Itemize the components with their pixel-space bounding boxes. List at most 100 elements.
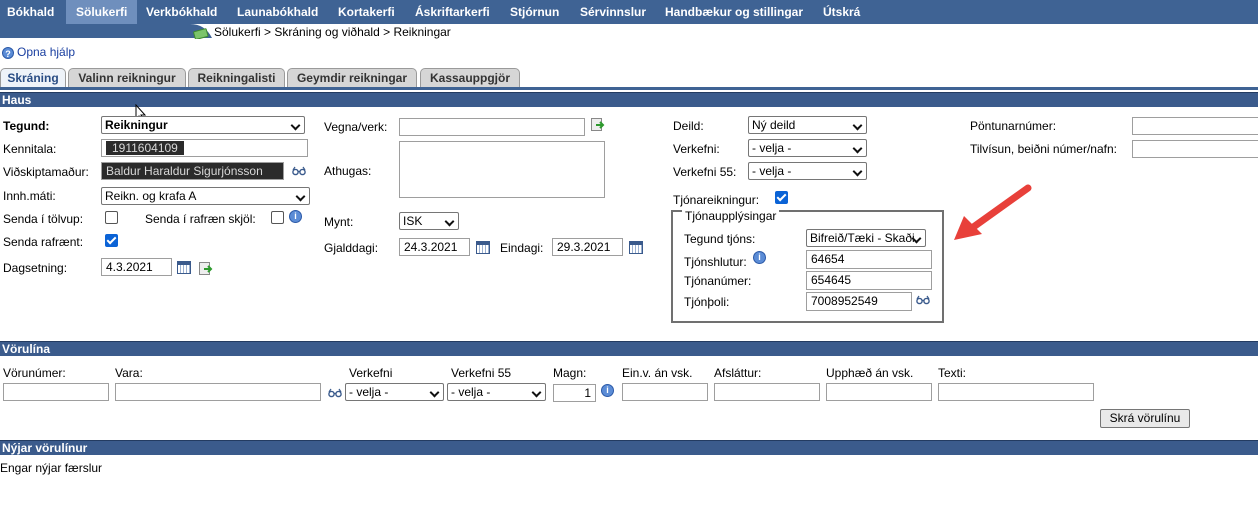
verkefni-label: Verkefni: xyxy=(673,142,720,156)
deild-select[interactable]: Ný deild xyxy=(748,116,867,134)
tab-kassauppgjor[interactable]: Kassauppgjör xyxy=(420,68,520,87)
tjonshlutur-field[interactable]: 64654 xyxy=(806,250,932,269)
texti-field[interactable] xyxy=(938,383,1094,401)
info-icon[interactable]: i xyxy=(289,210,302,223)
tjon-tegund-select[interactable]: Bifreið/Tæki - Skaði xyxy=(806,229,926,247)
breadcrumb-icon xyxy=(193,28,209,39)
upphaed-label: Upphæð án vsk. xyxy=(826,366,914,380)
tegund-select[interactable]: Reikningur xyxy=(101,116,305,134)
section-header-nyjar: Nýjar vörulínur xyxy=(0,440,1258,455)
annotation-arrow xyxy=(954,184,1032,240)
eindagi-label: Eindagi: xyxy=(500,241,544,255)
vorulina-verkefni-select[interactable]: - velja - xyxy=(345,383,444,401)
nav-item-stjornun[interactable]: Stjórnun xyxy=(510,0,559,24)
info-icon[interactable]: i xyxy=(753,251,766,264)
magn-field[interactable]: 1 xyxy=(553,384,596,402)
vorulina-verkefni55-select[interactable]: - velja - xyxy=(447,383,546,401)
kennitala-value: 1911604109 xyxy=(106,141,184,155)
mynt-select[interactable]: ISK xyxy=(399,212,459,230)
nav-item-askriftarkerfi[interactable]: Áskriftarkerfi xyxy=(415,0,490,24)
calendar-icon[interactable] xyxy=(177,261,191,274)
texti-label: Texti: xyxy=(938,366,967,380)
senda-rafraent-checkbox[interactable] xyxy=(105,234,118,247)
vorunumer-label: Vörunúmer: xyxy=(3,366,66,380)
magn-label: Magn: xyxy=(553,366,587,380)
senda-skjol-checkbox[interactable] xyxy=(271,211,284,224)
einv-label: Ein.v. án vsk. xyxy=(622,366,693,380)
nav-item-verkbokhald[interactable]: Verkbókhald xyxy=(146,0,217,24)
tjonareikningur-label: Tjónareikningur: xyxy=(673,193,760,207)
afslattur-label: Afsláttur: xyxy=(714,366,762,380)
nav-item-launabokhald[interactable]: Launabókhald xyxy=(237,0,318,24)
nav-item-bokhald[interactable]: Bókhald xyxy=(7,0,54,24)
vorulina-verkefni-label: Verkefni xyxy=(349,366,393,380)
help-link[interactable]: ? Opna hjálp xyxy=(2,45,75,59)
tjon-tegund-label: Tegund tjóns: xyxy=(684,232,756,246)
pontun-field[interactable] xyxy=(1132,117,1258,135)
lookup-glasses-icon[interactable] xyxy=(916,295,930,305)
gjalddagi-label: Gjalddagi: xyxy=(324,241,379,255)
verkefni55-select[interactable]: - velja - xyxy=(748,162,867,180)
verkefni-select[interactable]: - velja - xyxy=(748,139,867,157)
kennitala-field[interactable]: 1911604109 xyxy=(101,139,308,157)
tab-valinn-reikningur[interactable]: Valinn reikningur xyxy=(68,68,186,87)
section-header-vorulina: Vörulína xyxy=(0,341,1258,356)
senda-rafraent-label: Senda rafrænt: xyxy=(3,235,84,249)
tab-skraning[interactable]: Skráning xyxy=(0,68,66,87)
calendar-icon[interactable] xyxy=(476,241,490,254)
gjalddagi-field[interactable]: 24.3.2021 xyxy=(399,238,470,256)
tab-geymdir-reikningar[interactable]: Geymdir reikningar xyxy=(287,68,417,87)
tjonshlutur-label: Tjónshlutur: xyxy=(684,255,747,269)
nav-item-kortakerfi[interactable]: Kortakerfi xyxy=(338,0,395,24)
afslattur-field[interactable] xyxy=(714,383,820,401)
info-icon[interactable]: i xyxy=(601,384,614,397)
vidskiptamadur-field[interactable]: Baldur Haraldur Sigurjónsson xyxy=(101,162,284,180)
tegund-label: Tegund: xyxy=(3,119,50,133)
eindagi-field[interactable]: 29.3.2021 xyxy=(552,238,623,256)
innh-select[interactable]: Reikn. og krafa A xyxy=(101,187,310,205)
breadcrumb: Sölukerfi > Skráning og viðhald > Reikni… xyxy=(214,25,451,39)
vegna-field[interactable] xyxy=(399,118,585,136)
tjon-legend: Tjónaupplýsingar xyxy=(682,209,780,223)
vara-label: Vara: xyxy=(115,366,143,380)
tjonanumer-field[interactable]: 654645 xyxy=(806,271,932,290)
lookup-glasses-icon[interactable] xyxy=(328,388,342,398)
innh-label: Innh.máti: xyxy=(3,189,56,203)
nyjar-empty-message: Engar nýjar færslur xyxy=(0,461,103,475)
tjonareikningur-checkbox[interactable] xyxy=(775,191,788,204)
vara-field[interactable] xyxy=(115,383,321,401)
nav-item-servinnslur[interactable]: Sérvinnslur xyxy=(580,0,646,24)
tjonpoli-field[interactable]: 7008952549 xyxy=(806,292,912,311)
nav-item-handbaekur[interactable]: Handbækur og stillingar xyxy=(665,0,803,24)
section-header-haus: Haus xyxy=(0,92,1258,107)
tjonpoli-label: Tjónþoli: xyxy=(684,295,730,309)
dagsetning-label: Dagsetning: xyxy=(3,261,68,275)
einv-field[interactable] xyxy=(622,383,708,401)
kennitala-label: Kennitala: xyxy=(3,142,57,156)
top-navigation-bar: Bókhald Sölukerfi Verkbókhald Launabókha… xyxy=(0,0,1258,24)
calendar-icon[interactable] xyxy=(629,241,643,254)
senda-skjol-label: Senda í rafræn skjöl: xyxy=(145,212,256,226)
verkefni55-label: Verkefni 55: xyxy=(673,165,737,179)
vorunumer-field[interactable] xyxy=(3,383,109,401)
athugas-label: Athugas: xyxy=(324,164,372,178)
lookup-glasses-icon[interactable] xyxy=(292,166,306,176)
vegna-label: Vegna/verk: xyxy=(324,120,388,134)
skra-vorulinu-button[interactable]: Skrá vörulínu xyxy=(1100,409,1190,428)
nav-item-solukerfi[interactable]: Sölukerfi xyxy=(66,0,138,24)
confirm-arrow-icon[interactable] xyxy=(591,118,605,131)
dagsetning-field[interactable]: 4.3.2021 xyxy=(101,258,172,276)
senda-tolvup-label: Senda í tölvup: xyxy=(3,212,84,226)
athugas-textarea[interactable] xyxy=(399,141,605,198)
deild-label: Deild: xyxy=(673,119,704,133)
mynt-label: Mynt: xyxy=(324,215,354,229)
tab-reikningalisti[interactable]: Reikningalisti xyxy=(188,68,285,87)
nav-item-utskra[interactable]: Útskrá xyxy=(823,0,860,24)
tilvisun-label: Tilvísun, beiðni númer/nafn: xyxy=(970,142,1117,156)
senda-tolvup-checkbox[interactable] xyxy=(105,211,118,224)
upphaed-field[interactable] xyxy=(826,383,932,401)
nav-underline-curve xyxy=(0,24,212,38)
tilvisun-field[interactable] xyxy=(1132,140,1258,158)
pontun-label: Pöntunarnúmer: xyxy=(970,119,1057,133)
confirm-arrow-icon[interactable] xyxy=(199,262,213,275)
